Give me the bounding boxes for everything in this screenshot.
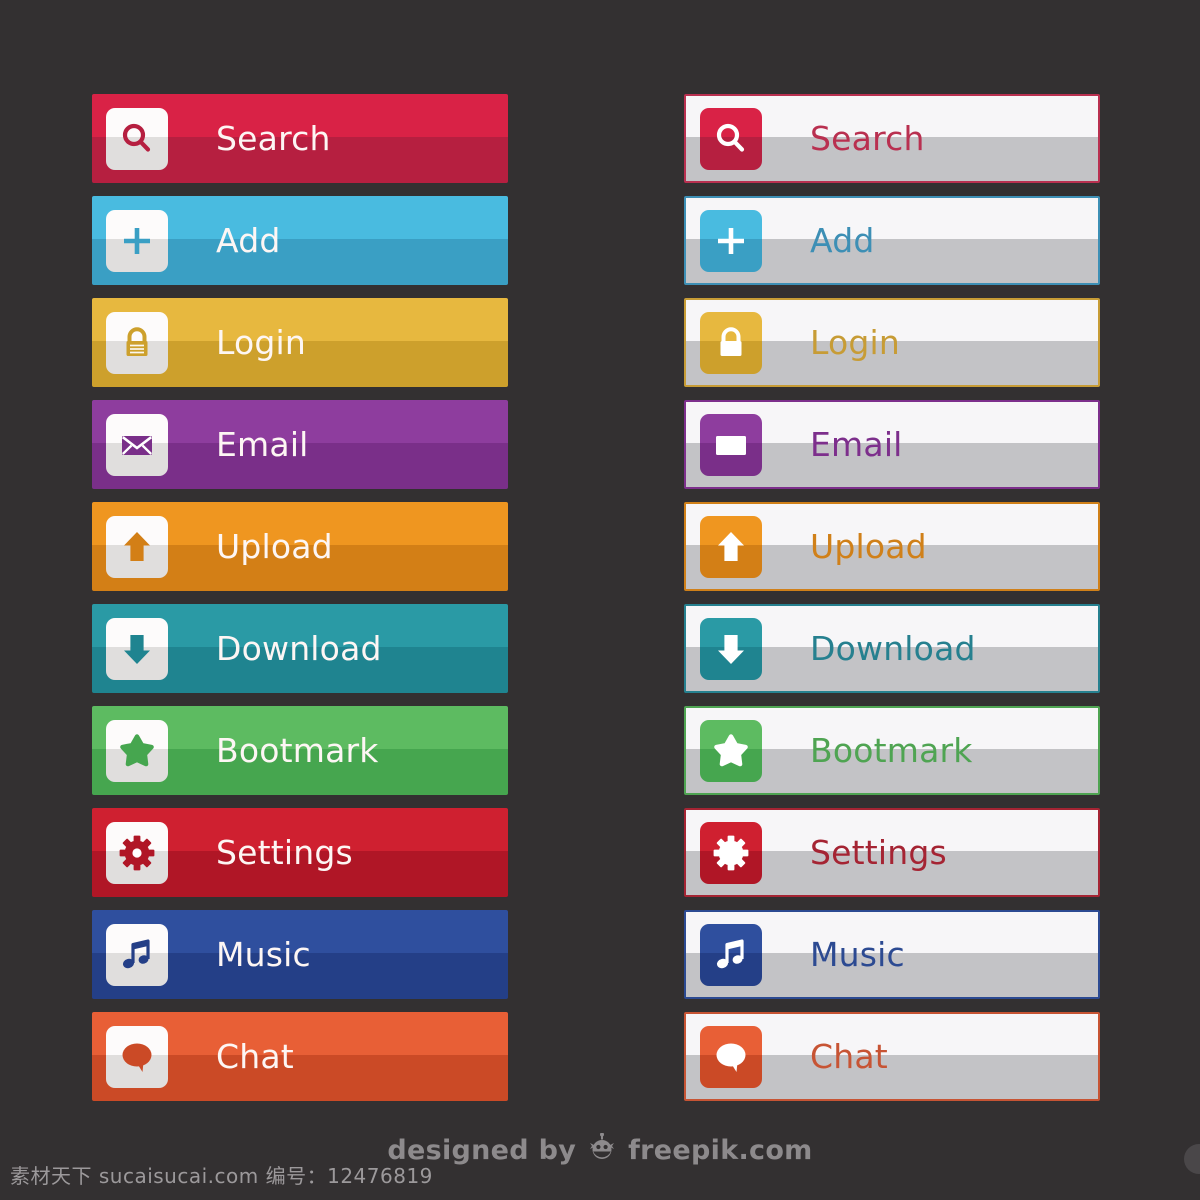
plus-icon: [118, 222, 156, 260]
button-label: Search: [810, 119, 925, 158]
arrow-up-icon-tile: [700, 515, 762, 578]
search-icon-tile: [700, 107, 762, 170]
search-icon-tile: [106, 107, 168, 170]
star-icon: [712, 732, 750, 770]
gear-icon-tile: [700, 821, 762, 884]
solid-button-bootmark[interactable]: Bootmark: [92, 706, 508, 795]
solid-button-chat[interactable]: Chat: [92, 1012, 508, 1101]
button-label: Download: [810, 629, 976, 668]
music-note-icon-tile: [700, 923, 762, 986]
solid-button-music[interactable]: Music: [92, 910, 508, 999]
lock-icon: [118, 324, 156, 362]
envelope-icon-tile: [700, 413, 762, 476]
light-button-music[interactable]: Music: [684, 910, 1100, 999]
speech-bubble-icon: [712, 1038, 750, 1076]
button-label: Settings: [216, 833, 353, 872]
arrow-down-icon-tile: [106, 617, 168, 680]
light-button-bootmark[interactable]: Bootmark: [684, 706, 1100, 795]
plus-icon-tile: [700, 209, 762, 272]
button-label: Bootmark: [216, 731, 379, 770]
button-label: Login: [216, 323, 307, 362]
button-label: Upload: [810, 527, 927, 566]
button-label: Chat: [216, 1037, 294, 1076]
gear-icon-tile: [106, 821, 168, 884]
solid-button-settings[interactable]: Settings: [92, 808, 508, 897]
solid-button-search[interactable]: Search: [92, 94, 508, 183]
arrow-down-icon: [118, 630, 156, 668]
button-label: Add: [216, 221, 281, 260]
lock-icon-tile: [106, 311, 168, 374]
envelope-icon: [118, 426, 156, 464]
arrow-down-icon-tile: [700, 617, 762, 680]
music-note-icon: [118, 936, 156, 974]
plus-icon-tile: [106, 209, 168, 272]
button-label: Email: [810, 425, 903, 464]
solid-button-login[interactable]: Login: [92, 298, 508, 387]
light-button-add[interactable]: Add: [684, 196, 1100, 285]
solid-button-upload[interactable]: Upload: [92, 502, 508, 591]
button-label: Upload: [216, 527, 333, 566]
speech-bubble-icon: [118, 1038, 156, 1076]
arrow-up-icon: [712, 528, 750, 566]
music-note-icon-tile: [106, 923, 168, 986]
speech-bubble-icon-tile: [700, 1025, 762, 1088]
envelope-icon: [712, 426, 750, 464]
star-icon: [118, 732, 156, 770]
solid-button-add[interactable]: Add: [92, 196, 508, 285]
button-label: Search: [216, 119, 331, 158]
light-button-upload[interactable]: Upload: [684, 502, 1100, 591]
light-button-email[interactable]: Email: [684, 400, 1100, 489]
star-icon-tile: [700, 719, 762, 782]
gear-icon: [118, 834, 156, 872]
star-icon-tile: [106, 719, 168, 782]
solid-button-column: Search Add Login Email Upload Download Bootmar…: [92, 94, 508, 1101]
button-label: Bootmark: [810, 731, 973, 770]
freepik-robot-icon: [585, 1132, 619, 1168]
button-label: Settings: [810, 833, 947, 872]
stock-site-watermark: 素材天下 sucaisucai.com 编号：12476819: [10, 1164, 433, 1188]
solid-button-email[interactable]: Email: [92, 400, 508, 489]
solid-button-download[interactable]: Download: [92, 604, 508, 693]
lock-icon-tile: [700, 311, 762, 374]
light-button-download[interactable]: Download: [684, 604, 1100, 693]
button-set-board: Search Add Login Email Upload Download Bootmar…: [0, 0, 1200, 1200]
button-label: Chat: [810, 1037, 888, 1076]
light-button-column: Search Add Login Email Upload Download Bootmar…: [684, 94, 1100, 1101]
light-button-settings[interactable]: Settings: [684, 808, 1100, 897]
search-icon: [118, 120, 156, 158]
button-label: Login: [810, 323, 901, 362]
plus-icon: [712, 222, 750, 260]
button-label: Music: [216, 935, 311, 974]
arrow-up-icon: [118, 528, 156, 566]
light-button-search[interactable]: Search: [684, 94, 1100, 183]
search-icon: [712, 120, 750, 158]
music-note-icon: [712, 936, 750, 974]
speech-bubble-icon-tile: [106, 1025, 168, 1088]
button-label: Email: [216, 425, 309, 464]
envelope-icon-tile: [106, 413, 168, 476]
gear-icon: [712, 834, 750, 872]
light-button-chat[interactable]: Chat: [684, 1012, 1100, 1101]
button-label: Music: [810, 935, 905, 974]
credit-suffix-label: freepik.com: [628, 1135, 813, 1166]
lock-icon: [712, 324, 750, 362]
arrow-down-icon: [712, 630, 750, 668]
arrow-up-icon-tile: [106, 515, 168, 578]
button-label: Add: [810, 221, 875, 260]
button-label: Download: [216, 629, 382, 668]
light-button-login[interactable]: Login: [684, 298, 1100, 387]
